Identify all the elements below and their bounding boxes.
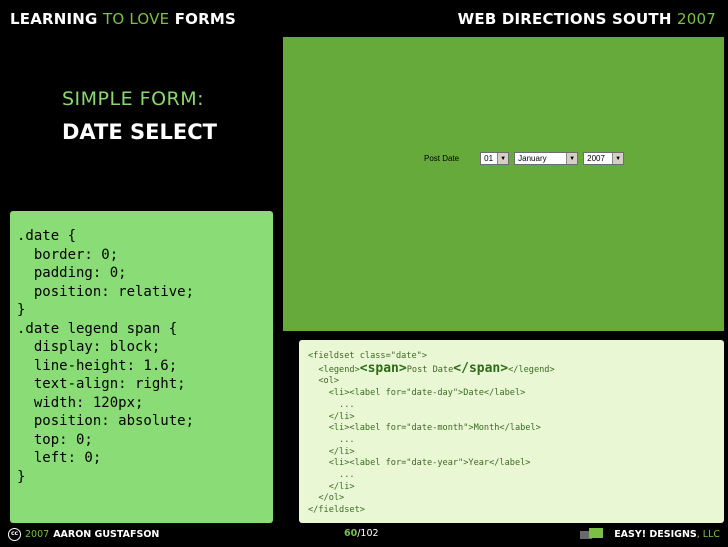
year-select[interactable]: 2007 ▼ [583,152,625,165]
title-word-learning: LEARNING [10,10,98,28]
event-name: WEB DIRECTIONS SOUTH [457,10,672,28]
year-select-value: 2007 [587,154,605,163]
creative-commons-icon: cc [8,528,21,541]
chevron-down-icon: ▼ [566,153,578,164]
presentation-title: LEARNING TO LOVE FORMS [10,10,236,28]
post-date-field: Post Date 01 ▼ January ▼ 2007 ▼ [424,152,625,165]
html-code-line-1: <fieldset class="date"> [308,351,427,361]
footer-author: AARON GUSTAFSON [53,529,160,540]
slide-subtitle: SIMPLE FORM: [62,88,205,110]
page-total: /102 [357,528,379,539]
company-name: EASY! DESIGNS [614,528,697,540]
footer-year: 2007 [25,529,50,540]
form-demo-panel: Post Date 01 ▼ January ▼ 2007 ▼ [283,37,724,331]
html-code-rest: <ol> <li><label for="date-day">Date</lab… [308,376,541,516]
html-code-legend-open: <legend> [308,364,360,375]
html-code-span-close: </span> [453,360,509,376]
html-code-legend-text: Post Date [406,364,454,375]
slide-title: DATE SELECT [62,120,217,144]
footer-credit: cc 2007 AARON GUSTAFSON [8,528,159,541]
month-select[interactable]: January ▼ [514,152,579,165]
event-title: WEB DIRECTIONS SOUTH 2007 [458,10,716,28]
month-select-value: January [518,154,547,163]
company-suffix: , LLC [696,528,720,540]
footer-company: EASY! DESIGNS, LLC [580,528,720,540]
css-code-block: .date { border: 0; padding: 0; position:… [17,228,195,485]
post-date-label: Post Date [424,154,460,163]
day-select-value: 01 [484,154,494,163]
title-word-to-love: TO LOVE [103,10,170,28]
title-word-forms: FORMS [174,10,236,28]
page-counter: 60/102 [344,528,379,539]
chevron-down-icon: ▼ [497,153,509,164]
html-code-span-open: <span> [359,360,407,376]
html-code-legend-close: </legend> [508,364,555,375]
html-code-block: <fieldset class="date"> <legend><span>Po… [308,351,555,517]
page-current: 60 [344,528,358,539]
event-year: 2007 [677,10,716,28]
day-select[interactable]: 01 ▼ [480,152,510,165]
chevron-down-icon: ▼ [612,153,624,164]
easy-designs-logo-icon [580,528,606,540]
